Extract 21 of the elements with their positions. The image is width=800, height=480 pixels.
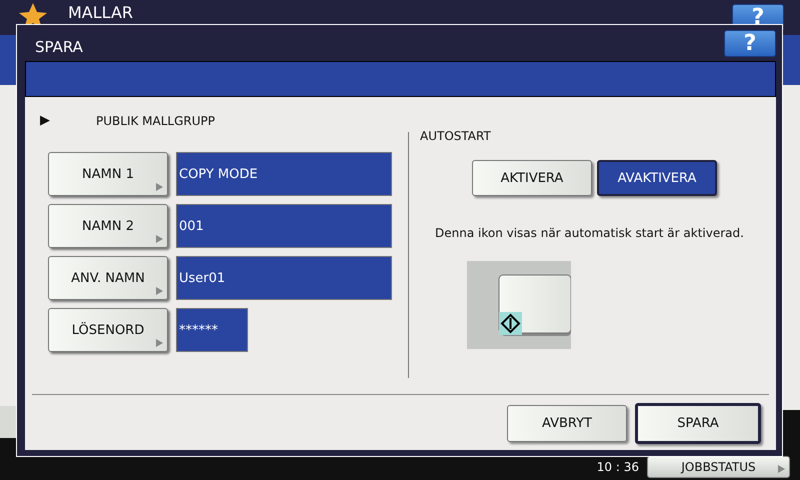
dialog-title: SPARA <box>35 38 83 56</box>
input-field[interactable]: User01 <box>176 256 392 300</box>
toggle-button[interactable]: AKTIVERA <box>472 160 592 196</box>
section-title: AUTOSTART <box>420 129 492 143</box>
action-button[interactable]: AVBRYT <box>507 405 627 442</box>
field-button[interactable]: ANV. NAMN <box>48 256 168 300</box>
field-button[interactable]: NAMN 1 <box>48 152 168 196</box>
toggle-button[interactable]: AVAKTIVERA <box>597 160 717 196</box>
field-button[interactable]: LÖSENORD <box>48 308 168 352</box>
info-text: Denna ikon visas när automatisk start är aktiverad. <box>435 226 745 240</box>
group-marker: ▶ <box>40 113 50 128</box>
screen-title: MALLAR <box>68 4 134 22</box>
help-button[interactable]: ? <box>724 30 776 57</box>
clock-time: 10 : 36 <box>596 460 639 474</box>
group-label: PUBLIK MALLGRUPP <box>96 114 215 128</box>
field-button[interactable]: NAMN 2 <box>48 204 168 248</box>
input-field[interactable]: 001 <box>176 204 392 248</box>
job-status-button[interactable]: JOBBSTATUS <box>647 456 790 478</box>
action-button[interactable]: SPARA <box>635 403 761 444</box>
input-field[interactable]: COPY MODE <box>176 152 392 196</box>
input-field[interactable]: ****** <box>176 308 248 352</box>
